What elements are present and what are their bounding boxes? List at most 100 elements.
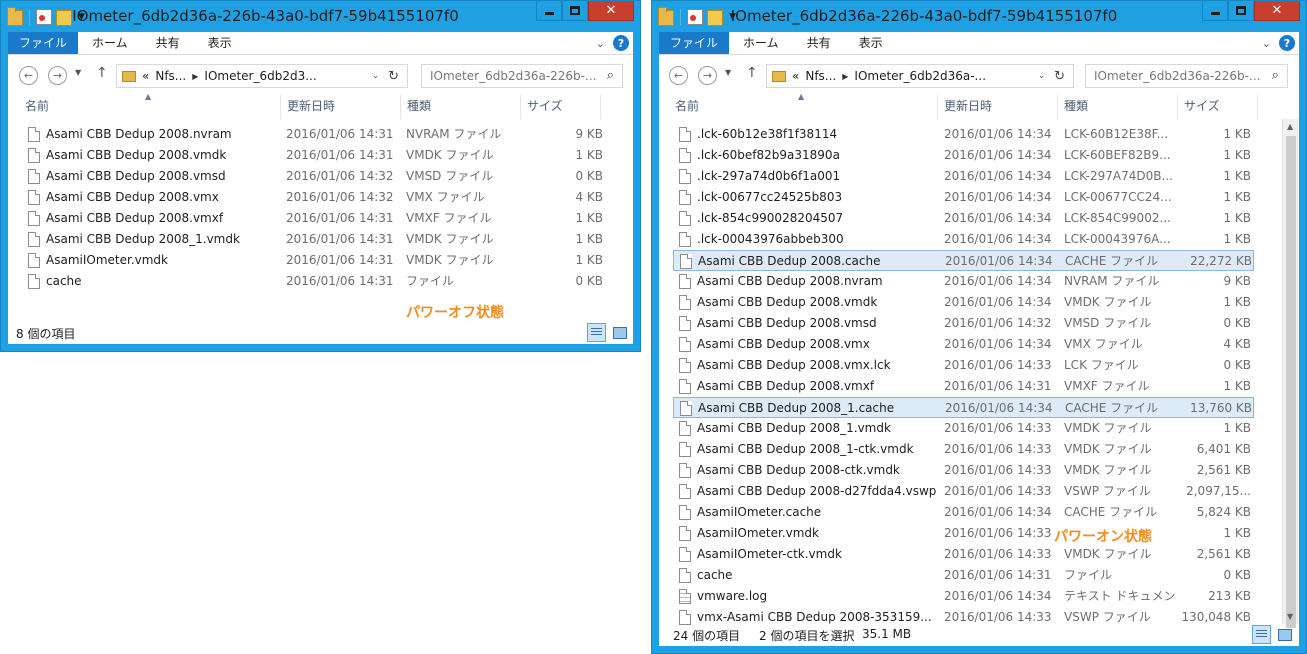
- file-row[interactable]: Asami CBB Dedup 2008_1.cache 2016/01/06 1…: [673, 397, 1254, 418]
- large-icons-view-icon[interactable]: [610, 323, 629, 342]
- title-bar[interactable]: ▼ IOmeter_6db2d36a-226b-43a0-bdf7-59b415…: [652, 1, 1306, 33]
- file-row[interactable]: .lck-854c990028204507 2016/01/06 14:34 LCK…: [673, 208, 1254, 229]
- customize-toolbar-dropdown-icon[interactable]: ▼: [729, 12, 736, 22]
- customize-toolbar-dropdown-icon[interactable]: ▼: [78, 12, 85, 22]
- column-type[interactable]: 種類: [401, 95, 521, 119]
- column-size[interactable]: サイズ: [1178, 95, 1258, 119]
- file-row[interactable]: cache 2016/01/06 14:31 ファイル 0 KB: [673, 565, 1254, 586]
- tab-home[interactable]: ホーム: [729, 32, 793, 54]
- file-row[interactable]: Asami CBB Dedup 2008.nvram 2016/01/06 14:…: [673, 271, 1254, 292]
- details-view-icon[interactable]: [587, 323, 606, 342]
- tab-view[interactable]: 表示: [845, 32, 897, 54]
- file-row[interactable]: Asami CBB Dedup 2008.vmx 2016/01/06 14:32…: [18, 187, 603, 208]
- file-row[interactable]: .lck-297a74d0b6f1a001 2016/01/06 14:34 LCK…: [673, 166, 1254, 187]
- file-row[interactable]: .lck-60b12e38f1f38114 2016/01/06 14:34 LCK…: [673, 124, 1254, 145]
- tab-file[interactable]: ファイル: [659, 32, 730, 54]
- tab-share[interactable]: 共有: [142, 32, 194, 54]
- search-input[interactable]: IOmeter_6db2d36a-226b-... ⌕: [1085, 64, 1288, 88]
- address-bar[interactable]: « Nfs... ▶ IOmeter_6db2d3... ⌄ ↻: [116, 64, 408, 88]
- minimize-button[interactable]: [1202, 1, 1228, 21]
- breadcrumb-segment[interactable]: IOmeter_6db2d36a-...: [854, 69, 986, 83]
- tab-view[interactable]: 表示: [194, 32, 246, 54]
- file-row[interactable]: vmware.log 2016/01/06 14:34 テキスト ドキュメント 213…: [673, 586, 1254, 607]
- file-row[interactable]: Asami CBB Dedup 2008.vmdk 2016/01/06 14:3…: [18, 145, 603, 166]
- folder-icon[interactable]: [658, 7, 674, 26]
- address-dropdown-icon[interactable]: ⌄: [372, 71, 379, 80]
- maximize-button[interactable]: [562, 1, 588, 21]
- properties-icon[interactable]: [687, 9, 703, 25]
- column-type[interactable]: 種類: [1058, 95, 1178, 119]
- close-button[interactable]: ✕: [588, 1, 634, 21]
- file-row[interactable]: Asami CBB Dedup 2008.cache 2016/01/06 14:…: [673, 250, 1254, 271]
- scroll-down-icon[interactable]: ▼: [1287, 612, 1293, 621]
- forward-button[interactable]: →: [48, 66, 67, 85]
- address-bar[interactable]: « Nfs... ▶ IOmeter_6db2d36a-... ⌄ ↻: [766, 64, 1074, 88]
- help-icon[interactable]: ?: [1279, 35, 1295, 51]
- file-row[interactable]: .lck-60bef82b9a31890a 2016/01/06 14:34 LCK…: [673, 145, 1254, 166]
- column-name[interactable]: 名前: [19, 95, 281, 119]
- up-arrow-icon[interactable]: ↑: [96, 65, 108, 81]
- column-size[interactable]: サイズ: [521, 95, 601, 119]
- file-row[interactable]: AsamiIOmeter.vmdk 2016/01/06 14:33 1 KB: [673, 523, 1254, 544]
- breadcrumb-arrow-icon[interactable]: ▶: [842, 72, 848, 81]
- column-name[interactable]: 名前: [669, 95, 938, 119]
- forward-button[interactable]: →: [698, 66, 717, 85]
- file-row[interactable]: .lck-00677cc24525b803 2016/01/06 14:34 LCK…: [673, 187, 1254, 208]
- search-icon[interactable]: ⌕: [1272, 68, 1279, 83]
- minimize-button[interactable]: [536, 1, 562, 21]
- address-dropdown-icon[interactable]: ⌄: [1038, 71, 1045, 80]
- breadcrumb-arrow-icon[interactable]: ▶: [192, 72, 198, 81]
- new-folder-icon[interactable]: [707, 10, 723, 26]
- maximize-button[interactable]: [1228, 1, 1254, 21]
- file-row[interactable]: Asami CBB Dedup 2008.vmsd 2016/01/06 14:3…: [18, 166, 603, 187]
- address-overflow[interactable]: «: [142, 69, 149, 83]
- file-row[interactable]: AsamiIOmeter.vmdk 2016/01/06 14:31 VMDK ファ…: [18, 250, 603, 271]
- back-button[interactable]: ←: [19, 66, 38, 85]
- breadcrumb-segment[interactable]: Nfs...: [155, 69, 186, 83]
- file-row[interactable]: Asami CBB Dedup 2008-ctk.vmdk 2016/01/06 …: [673, 460, 1254, 481]
- breadcrumb-segment[interactable]: Nfs...: [805, 69, 836, 83]
- tab-share[interactable]: 共有: [793, 32, 845, 54]
- vertical-scrollbar[interactable]: ▲ ▼: [1282, 119, 1299, 628]
- expand-ribbon-chevron-icon[interactable]: ⌄: [596, 37, 605, 50]
- folder-icon[interactable]: [7, 7, 23, 26]
- search-input[interactable]: IOmeter_6db2d36a-226b-... ⌕: [421, 64, 623, 88]
- expand-ribbon-chevron-icon[interactable]: ⌄: [1262, 37, 1271, 50]
- new-folder-icon[interactable]: [56, 10, 72, 26]
- recent-locations-dropdown-icon[interactable]: ▼: [75, 68, 81, 77]
- file-row[interactable]: Asami CBB Dedup 2008_1.vmdk 2016/01/06 14…: [18, 229, 603, 250]
- refresh-icon[interactable]: ↻: [1054, 69, 1065, 84]
- file-row[interactable]: Asami CBB Dedup 2008_1.vmdk 2016/01/06 14…: [673, 418, 1254, 439]
- tab-file[interactable]: ファイル: [8, 32, 79, 54]
- recent-locations-dropdown-icon[interactable]: ▼: [725, 68, 731, 77]
- refresh-icon[interactable]: ↻: [388, 69, 399, 84]
- help-icon[interactable]: ?: [613, 35, 629, 51]
- file-row[interactable]: AsamiIOmeter.cache 2016/01/06 14:34 CACHE …: [673, 502, 1254, 523]
- up-arrow-icon[interactable]: ↑: [746, 65, 758, 81]
- column-date[interactable]: 更新日時: [938, 95, 1058, 119]
- close-button[interactable]: ✕: [1254, 1, 1300, 21]
- search-icon[interactable]: ⌕: [607, 68, 614, 83]
- large-icons-view-icon[interactable]: [1275, 625, 1294, 644]
- breadcrumb-segment[interactable]: IOmeter_6db2d3...: [204, 69, 316, 83]
- file-row[interactable]: Asami CBB Dedup 2008.vmx.lck 2016/01/06 1…: [673, 355, 1254, 376]
- column-date[interactable]: 更新日時: [281, 95, 401, 119]
- file-row[interactable]: Asami CBB Dedup 2008.vmxf 2016/01/06 14:3…: [18, 208, 603, 229]
- file-row[interactable]: Asami CBB Dedup 2008.vmsd 2016/01/06 14:3…: [673, 313, 1254, 334]
- properties-icon[interactable]: [36, 9, 52, 25]
- file-row[interactable]: Asami CBB Dedup 2008-d27fdda4.vswp 2016/0…: [673, 481, 1254, 502]
- file-row[interactable]: .lck-00043976abbeb300 2016/01/06 14:34 LCK…: [673, 229, 1254, 250]
- file-row[interactable]: Asami CBB Dedup 2008.vmx 2016/01/06 14:34…: [673, 334, 1254, 355]
- file-row[interactable]: cache 2016/01/06 14:31 ファイル 0 KB: [18, 271, 603, 292]
- title-bar[interactable]: ▼ IOmeter_6db2d36a-226b-43a0-bdf7-59b415…: [1, 1, 640, 33]
- file-row[interactable]: Asami CBB Dedup 2008_1-ctk.vmdk 2016/01/0…: [673, 439, 1254, 460]
- back-button[interactable]: ←: [669, 66, 688, 85]
- scroll-up-icon[interactable]: ▲: [1287, 122, 1293, 131]
- file-row[interactable]: Asami CBB Dedup 2008.nvram 2016/01/06 14:…: [18, 124, 603, 145]
- scroll-thumb[interactable]: [1286, 136, 1296, 628]
- file-row[interactable]: Asami CBB Dedup 2008.vmdk 2016/01/06 14:3…: [673, 292, 1254, 313]
- tab-home[interactable]: ホーム: [78, 32, 142, 54]
- file-row[interactable]: AsamiIOmeter-ctk.vmdk 2016/01/06 14:33 VMD…: [673, 544, 1254, 565]
- address-overflow[interactable]: «: [792, 69, 799, 83]
- file-row[interactable]: Asami CBB Dedup 2008.vmxf 2016/01/06 14:3…: [673, 376, 1254, 397]
